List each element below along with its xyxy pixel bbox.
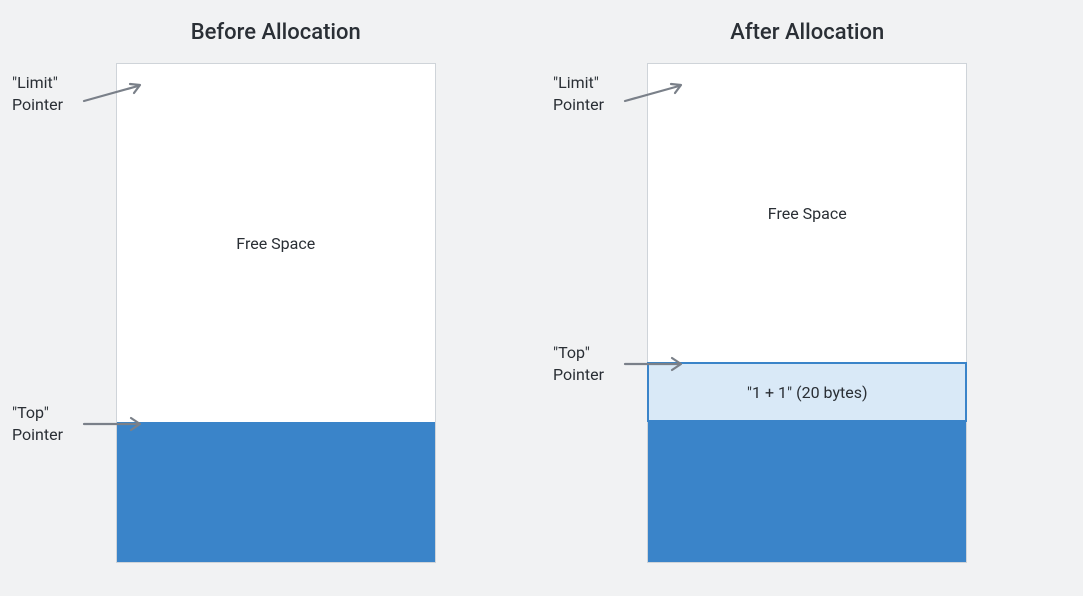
before-limit-line2: Pointer <box>12 94 74 116</box>
after-limit-text: "Limit" Pointer <box>553 72 615 115</box>
before-top-line1: "Top" <box>12 402 74 424</box>
arrow-icon <box>623 93 685 95</box>
arrow-icon <box>623 363 685 365</box>
after-top-line1: "Top" <box>553 342 615 364</box>
arrow-icon <box>82 93 144 95</box>
before-limit-pointer-label: "Limit" Pointer <box>12 72 144 115</box>
before-top-text: "Top" Pointer <box>12 402 74 445</box>
before-top-pointer-label: "Top" Pointer <box>12 402 144 445</box>
after-limit-pointer-label: "Limit" Pointer <box>553 72 685 115</box>
after-limit-line2: Pointer <box>553 94 615 116</box>
before-top-line2: Pointer <box>12 424 74 446</box>
before-limit-text: "Limit" Pointer <box>12 72 74 115</box>
after-limit-line1: "Limit" <box>553 72 615 94</box>
after-memory-block: Free Space "1 + 1" (20 bytes) <box>647 63 967 563</box>
after-alloc-row: "1 + 1" (20 bytes) <box>647 362 967 422</box>
after-free-space: Free Space <box>648 64 966 362</box>
after-top-line2: Pointer <box>553 364 615 386</box>
arrow-icon <box>82 423 144 425</box>
before-used-space <box>117 422 435 562</box>
after-top-text: "Top" Pointer <box>553 342 615 385</box>
before-limit-line1: "Limit" <box>12 72 74 94</box>
after-top-pointer-label: "Top" Pointer <box>553 342 685 385</box>
before-free-space: Free Space <box>117 64 435 422</box>
before-memory-area: Free Space <box>116 63 436 563</box>
before-memory-block: Free Space <box>116 63 436 563</box>
before-title: Before Allocation <box>191 20 361 45</box>
diagram-container: Before Allocation Free Space After Alloc… <box>0 0 1083 596</box>
after-title: After Allocation <box>730 20 884 45</box>
after-used-space <box>648 422 966 562</box>
after-memory-area: Free Space "1 + 1" (20 bytes) <box>647 63 967 563</box>
